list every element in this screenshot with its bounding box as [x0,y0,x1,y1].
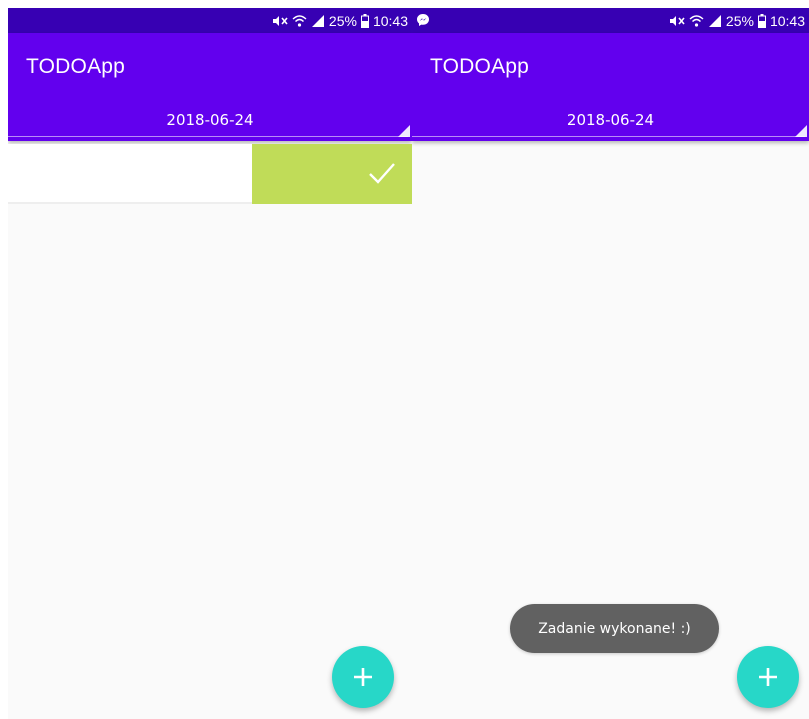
battery-icon [757,13,766,28]
wifi-icon [292,14,307,27]
date-underline [412,136,805,137]
date-spinner[interactable]: 2018-06-24 [412,103,809,141]
screen-after-swipe: 25% 10:43 TODOApp 2018-06-24 Zadanie wyk… [412,8,809,719]
app-bar: TODOApp 2018-06-24 [8,33,412,141]
mute-icon [272,15,288,26]
signal-icon [708,14,721,27]
app-bar: TODOApp 2018-06-24 [412,33,809,141]
messenger-icon [417,14,429,26]
plus-icon [759,668,777,686]
mute-icon [669,15,685,26]
swipe-complete-action[interactable] [252,144,412,204]
status-bar: 25% 10:43 [8,8,412,33]
status-time: 10:43 [372,12,408,29]
check-icon [369,163,395,184]
battery-icon [360,13,369,28]
plus-icon [354,668,372,686]
battery-percent: 25% [725,12,754,29]
date-underline [8,136,408,137]
spinner-dropdown-icon [795,125,807,137]
app-title: TODOApp [26,55,126,78]
wifi-icon [689,14,704,27]
date-value: 2018-06-24 [566,111,655,129]
date-value: 2018-06-24 [166,111,254,129]
status-icons: 25% 10:43 [272,8,408,33]
battery-percent: 25% [328,12,357,29]
add-task-button[interactable] [332,646,394,708]
status-icons: 25% 10:43 [669,8,805,33]
screen-before-swipe: 25% 10:43 TODOApp 2018-06-24 [8,8,412,719]
status-time: 10:43 [769,12,805,29]
screenshot-canvas: 25% 10:43 TODOApp 2018-06-24 25% 10:43 T… [0,0,809,719]
spinner-dropdown-icon [398,125,410,137]
status-bar: 25% 10:43 [412,8,809,33]
app-title: TODOApp [430,55,530,78]
task-list-item[interactable] [8,144,252,204]
toast-message: Zadanie wykonane! :) [510,604,719,653]
signal-icon [311,14,324,27]
date-spinner[interactable]: 2018-06-24 [8,103,412,141]
add-task-button[interactable] [737,646,799,708]
